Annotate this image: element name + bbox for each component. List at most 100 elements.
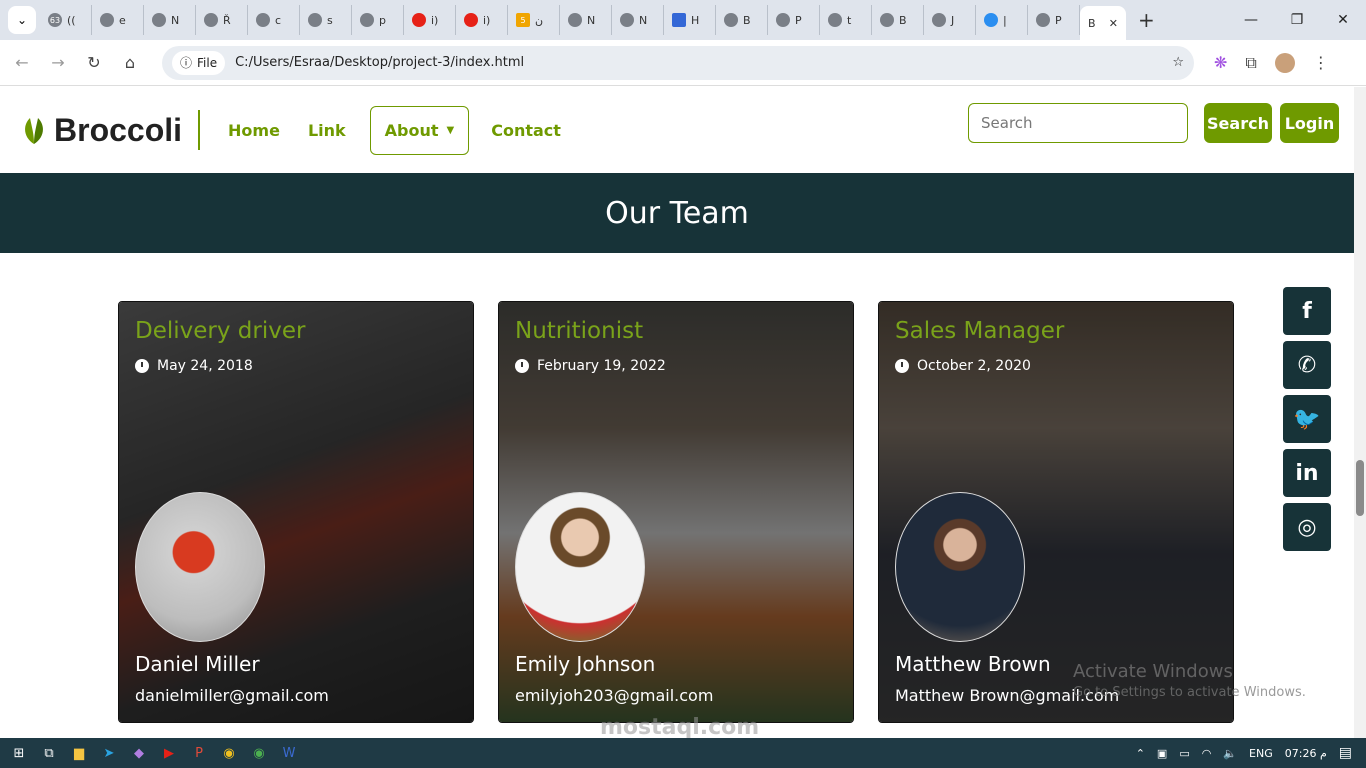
team-date: February 19, 2022 xyxy=(515,358,666,374)
tab-search-icon[interactable]: ⌄ xyxy=(8,6,36,34)
browser-tab[interactable]: P xyxy=(768,5,820,35)
tab-favicon: 5 xyxy=(516,13,530,27)
address-bar: ← → ↻ ⌂ ⓘ File C:/Users/Esraa/Desktop/pro… xyxy=(0,40,1366,86)
chrome-icon[interactable]: ◉ xyxy=(214,738,244,768)
team-email[interactable]: danielmiller@gmail.com xyxy=(135,686,329,705)
avatar xyxy=(515,492,645,642)
team-name: Emily Johnson xyxy=(515,652,656,676)
tab-favicon xyxy=(620,13,634,27)
browser-tab[interactable]: i) xyxy=(404,5,456,35)
file-explorer-icon[interactable]: ▆ xyxy=(64,738,94,768)
back-icon[interactable]: ← xyxy=(4,45,40,81)
puzzle-icon[interactable]: ⧉ xyxy=(1245,53,1256,73)
browser-tab[interactable]: N xyxy=(612,5,664,35)
restore-icon[interactable]: ❐ xyxy=(1274,0,1320,40)
reload-icon[interactable]: ↻ xyxy=(76,45,112,81)
home-icon[interactable]: ⌂ xyxy=(112,45,148,81)
language-indicator[interactable]: ENG xyxy=(1249,747,1273,760)
omnibox[interactable]: ⓘ File C:/Users/Esraa/Desktop/project-3/i… xyxy=(162,45,1194,80)
browser-tab[interactable]: P xyxy=(1028,5,1080,35)
facebook-icon[interactable]: f xyxy=(1283,287,1331,335)
wifi-icon[interactable]: ◠ xyxy=(1202,747,1212,760)
tab-favicon xyxy=(828,13,842,27)
browser-tab[interactable]: 5ن xyxy=(508,5,560,35)
team-role: Delivery driver xyxy=(135,318,306,344)
app-p-icon[interactable]: P xyxy=(184,738,214,768)
battery-icon[interactable]: ▭ xyxy=(1179,747,1189,760)
team-card: Nutritionist February 19, 2022 Emily Joh… xyxy=(498,301,854,723)
browser-tab[interactable]: i) xyxy=(456,5,508,35)
tab-favicon xyxy=(308,13,322,27)
visual-studio-icon[interactable]: ◆ xyxy=(124,738,154,768)
tab-favicon xyxy=(412,13,426,27)
avatar xyxy=(135,492,265,642)
brand-divider xyxy=(198,110,201,150)
browser-tab[interactable]: | xyxy=(976,5,1028,35)
brand[interactable]: Broccoli xyxy=(20,112,182,149)
notification-icon[interactable]: ▤ xyxy=(1339,745,1352,761)
browser-tab[interactable]: N xyxy=(144,5,196,35)
device-icon[interactable]: ▣ xyxy=(1157,747,1167,760)
menu-dots-icon[interactable]: ⋮ xyxy=(1313,53,1329,72)
linkedin-icon[interactable]: in xyxy=(1283,449,1331,497)
close-icon[interactable]: ✕ xyxy=(1109,17,1118,30)
browser-tab[interactable]: t xyxy=(820,5,872,35)
browser-tab[interactable]: e xyxy=(92,5,144,35)
tab-favicon xyxy=(880,13,894,27)
browser-tab-active[interactable]: B ✕ xyxy=(1080,6,1126,40)
extension-icon[interactable]: ❋ xyxy=(1214,53,1227,72)
tab-favicon xyxy=(152,13,166,27)
profile-avatar[interactable] xyxy=(1274,52,1295,73)
nav-contact[interactable]: Contact xyxy=(491,121,561,140)
instagram-icon[interactable]: ◎ xyxy=(1283,503,1331,551)
star-icon[interactable]: ☆ xyxy=(1172,55,1184,70)
whatsapp-icon[interactable]: ✆ xyxy=(1283,341,1331,389)
telegram-icon[interactable]: ➤ xyxy=(94,738,124,768)
search-button[interactable]: Search xyxy=(1204,103,1272,143)
window-close-icon[interactable]: ✕ xyxy=(1320,0,1366,40)
site-info-chip[interactable]: ⓘ File xyxy=(172,50,226,75)
team-email[interactable]: emilyjoh203@gmail.com xyxy=(515,686,713,705)
chrome-active-icon[interactable]: ◉ xyxy=(244,738,274,768)
info-icon: ⓘ xyxy=(180,56,193,70)
site-navbar: Broccoli Home Link About ▼ Contact Search… xyxy=(0,87,1354,173)
tab-favicon: 63 xyxy=(48,13,62,27)
volume-icon[interactable]: 🔈 xyxy=(1223,747,1237,760)
forward-icon[interactable]: → xyxy=(40,45,76,81)
clock-icon xyxy=(895,359,909,373)
team-date: October 2, 2020 xyxy=(895,358,1031,374)
youtube-icon[interactable]: ▶ xyxy=(154,738,184,768)
browser-tab[interactable]: Ř xyxy=(196,5,248,35)
new-tab-icon[interactable]: + xyxy=(1138,8,1155,32)
browser-tab[interactable]: 63(( xyxy=(40,5,92,35)
minimize-icon[interactable]: — xyxy=(1228,0,1274,40)
nav-about-dropdown[interactable]: About ▼ xyxy=(369,105,470,155)
browser-tab[interactable]: N xyxy=(560,5,612,35)
browser-tab[interactable]: B xyxy=(716,5,768,35)
browser-tab[interactable]: H xyxy=(664,5,716,35)
scrollbar-thumb[interactable] xyxy=(1356,460,1364,516)
task-view-icon[interactable]: ⧉ xyxy=(34,738,64,768)
url-text[interactable]: C:/Users/Esraa/Desktop/project-3/index.h… xyxy=(235,55,1162,70)
nav-home[interactable]: Home xyxy=(228,121,280,140)
twitter-icon[interactable]: 🐦 xyxy=(1283,395,1331,443)
page-viewport: Broccoli Home Link About ▼ Contact Search… xyxy=(0,87,1354,738)
tab-favicon xyxy=(100,13,114,27)
team-name: Matthew Brown xyxy=(895,652,1051,676)
browser-tab[interactable]: s xyxy=(300,5,352,35)
browser-tab[interactable]: J xyxy=(924,5,976,35)
section-header: Our Team xyxy=(0,173,1354,253)
browser-tab[interactable]: B xyxy=(872,5,924,35)
nav-link[interactable]: Link xyxy=(308,121,346,140)
browser-tab[interactable]: c xyxy=(248,5,300,35)
login-button[interactable]: Login xyxy=(1280,103,1339,143)
chevron-up-icon[interactable]: ⌃ xyxy=(1136,747,1145,760)
windows-start-icon[interactable]: ⊞ xyxy=(4,738,34,768)
search-input[interactable] xyxy=(968,103,1188,143)
clock[interactable]: 07:26 م xyxy=(1285,747,1327,760)
browser-tab[interactable]: p xyxy=(352,5,404,35)
system-tray: ⌃ ▣ ▭ ◠ 🔈 ENG 07:26 م ▤ xyxy=(1136,745,1366,761)
word-icon[interactable]: W xyxy=(274,738,304,768)
tab-favicon xyxy=(776,13,790,27)
page-scrollbar[interactable] xyxy=(1354,87,1366,738)
